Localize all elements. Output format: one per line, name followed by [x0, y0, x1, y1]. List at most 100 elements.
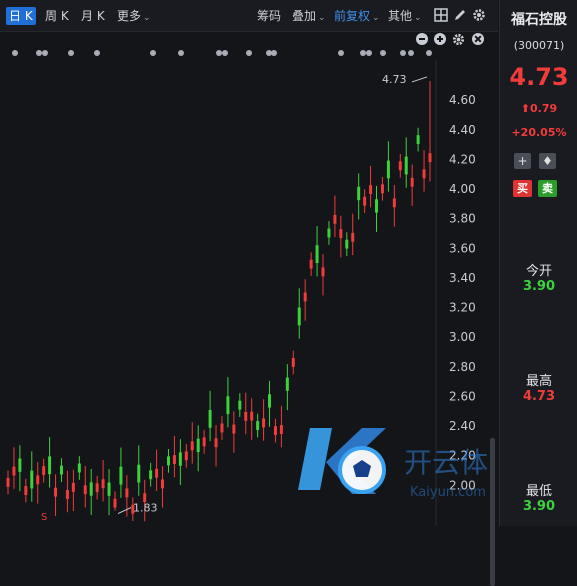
y-tick-label: 3.00	[449, 330, 476, 344]
candle-body	[137, 464, 141, 483]
candle-body	[113, 498, 117, 508]
event-marker[interactable]	[246, 50, 252, 56]
low-label: 最低	[525, 484, 552, 499]
settings-gear-icon[interactable]	[472, 8, 486, 22]
candle-body	[54, 487, 58, 497]
event-marker[interactable]	[12, 50, 18, 56]
candle-body	[107, 482, 111, 496]
event-marker[interactable]	[380, 50, 386, 56]
candle-body	[48, 456, 52, 475]
low-value: 3.90	[522, 499, 556, 514]
period-daily-tab[interactable]: 日 K	[6, 7, 36, 25]
event-marker[interactable]	[338, 50, 344, 56]
candle-body	[202, 437, 206, 447]
svg-text:Kaiyun.com: Kaiyun.com	[410, 485, 486, 500]
layout-grid-icon[interactable]	[434, 8, 448, 22]
low-annotation-arrow	[117, 507, 132, 515]
open-value: 3.90	[522, 279, 556, 294]
candle-body	[256, 421, 260, 430]
candle-body	[262, 418, 266, 428]
event-marker[interactable]	[222, 50, 228, 56]
y-tick-label: 4.00	[449, 182, 476, 196]
candle-body	[77, 463, 81, 473]
close-icon[interactable]	[472, 33, 484, 45]
period-more-dropdown[interactable]: 更多 ⌄	[114, 7, 154, 25]
candle-body	[166, 456, 170, 466]
price-change-pct: +20.05%	[511, 126, 567, 139]
candle-body	[369, 185, 373, 195]
event-marker[interactable]	[400, 50, 406, 56]
candle-body	[279, 425, 283, 434]
watermark-logo: 开云体育 Kaiyun.com	[298, 428, 488, 500]
chart-toolbar: 日 K 周 K 月 K 更多 ⌄ 筹码 叠加 ⌄ 前复权 ⌄ 其他 ⌄	[0, 0, 498, 32]
zoom-out-icon[interactable]	[416, 33, 428, 45]
candle-body	[6, 477, 10, 487]
chevron-down-icon: ⌄	[372, 13, 380, 23]
adjust-dropdown[interactable]: 前复权 ⌄	[334, 7, 380, 25]
adjust-label: 前复权	[334, 9, 371, 23]
alert-bell-icon[interactable]: ♦	[539, 153, 556, 169]
period-weekly-tab[interactable]: 周 K	[42, 7, 72, 25]
event-marker[interactable]	[366, 50, 372, 56]
candle-body	[238, 400, 242, 410]
overlay-label: 叠加	[292, 9, 317, 23]
candle-body	[327, 228, 331, 238]
period-monthly-tab[interactable]: 月 K	[78, 7, 108, 25]
candle-body	[375, 199, 379, 213]
zoom-in-icon[interactable]	[434, 33, 446, 45]
y-tick-label: 2.80	[449, 360, 476, 374]
candle-body	[380, 184, 384, 194]
chips-button[interactable]: 筹码	[257, 7, 281, 25]
candle-body	[119, 466, 123, 485]
candle-body	[357, 186, 361, 201]
candle-body	[155, 468, 159, 478]
event-marker[interactable]	[94, 50, 100, 56]
event-marker[interactable]	[68, 50, 74, 56]
candle-body	[315, 245, 319, 264]
draw-pen-icon[interactable]	[453, 8, 467, 22]
y-tick-label: 3.40	[449, 271, 476, 285]
candle-body	[208, 409, 212, 428]
buy-button[interactable]: 买	[513, 180, 532, 197]
candle-body	[232, 424, 236, 434]
other-dropdown[interactable]: 其他 ⌄	[388, 7, 422, 25]
candle-body	[351, 232, 355, 242]
svg-text:开云体育: 开云体育	[404, 446, 488, 479]
candle-body	[309, 259, 313, 269]
event-marker[interactable]	[408, 50, 414, 56]
add-watchlist-icon[interactable]: +	[514, 153, 531, 169]
candle-body	[149, 470, 153, 480]
candle-body	[220, 423, 224, 433]
overlay-dropdown[interactable]: 叠加 ⌄	[292, 7, 326, 25]
candle-body	[71, 482, 75, 492]
candle-body	[190, 441, 194, 451]
chart-settings-gear-icon[interactable]	[452, 33, 465, 46]
candle-body	[125, 488, 129, 498]
sell-button[interactable]: 卖	[538, 180, 557, 197]
event-marker[interactable]	[426, 50, 432, 56]
y-tick-label: 3.80	[449, 212, 476, 226]
candle-body	[363, 196, 367, 206]
event-marker[interactable]	[42, 50, 48, 56]
candle-body	[65, 489, 69, 499]
stock-name: 福石控股	[511, 12, 567, 28]
event-marker[interactable]	[150, 50, 156, 56]
chart-scrollbar[interactable]	[490, 438, 495, 586]
chart-controls	[0, 31, 498, 47]
price-change-value: 0.79	[530, 102, 558, 115]
chevron-down-icon: ⌄	[318, 13, 326, 23]
stock-info-panel: 福石控股 (300071) 4.73 ⬆0.79 +20.05% + ♦ 买 卖…	[499, 0, 577, 526]
candle-body	[333, 214, 337, 224]
candle-body	[268, 394, 272, 408]
event-marker[interactable]	[178, 50, 184, 56]
candle-body	[178, 452, 182, 466]
stock-code: (300071)	[513, 39, 565, 52]
candle-body	[404, 156, 408, 175]
candle-body	[184, 451, 188, 461]
event-marker[interactable]	[271, 50, 277, 56]
candle-body	[416, 135, 420, 145]
candle-body	[36, 475, 40, 485]
candle-body	[297, 307, 301, 326]
y-tick-label: 4.40	[449, 123, 476, 137]
candle-body	[422, 169, 426, 179]
